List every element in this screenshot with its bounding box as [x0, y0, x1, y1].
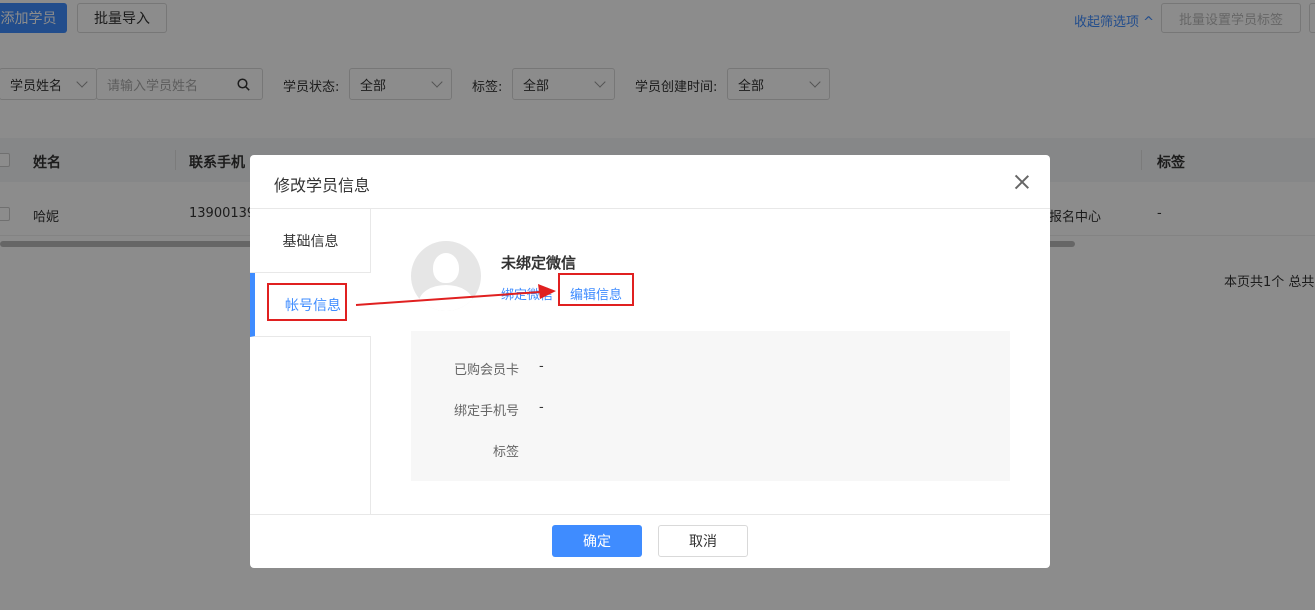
modal-title: 修改学员信息 — [274, 176, 371, 195]
tag-label: 标签 — [492, 445, 519, 460]
avatar-body-shape — [419, 285, 473, 311]
purchased-card-value: - — [539, 359, 544, 374]
account-info-box: 已购会员卡 - 绑定手机号 - 标签 — [411, 331, 1010, 481]
highlight-box-edit-info — [558, 273, 634, 306]
bound-phone-label: 绑定手机号 — [453, 404, 519, 419]
tab-basic-info[interactable]: 基础信息 — [250, 209, 371, 273]
wechat-status: 未绑定微信 — [501, 254, 577, 272]
edit-student-modal: 修改学员信息 基础信息 帐号信息 未绑定微信 绑定微信 编辑信息 已购会员卡 -… — [250, 155, 1050, 568]
confirm-button[interactable]: 确定 — [552, 525, 642, 557]
tab-basic-info-label: 基础信息 — [282, 233, 339, 250]
highlight-box-account-tab — [267, 283, 347, 321]
bind-wechat-link[interactable]: 绑定微信 — [501, 284, 553, 303]
close-icon[interactable] — [1014, 174, 1030, 190]
purchased-card-label: 已购会员卡 — [453, 363, 519, 378]
avatar-head-shape — [433, 253, 459, 283]
cancel-button[interactable]: 取消 — [658, 525, 748, 557]
account-info-panel: 未绑定微信 绑定微信 编辑信息 已购会员卡 - 绑定手机号 - 标签 — [371, 209, 1050, 515]
avatar — [411, 241, 481, 311]
modal-side-nav: 基础信息 帐号信息 — [250, 209, 371, 515]
bound-phone-value: - — [539, 400, 544, 415]
modal-header: 修改学员信息 — [250, 155, 1050, 209]
modal-footer: 确定 取消 — [250, 514, 1050, 568]
